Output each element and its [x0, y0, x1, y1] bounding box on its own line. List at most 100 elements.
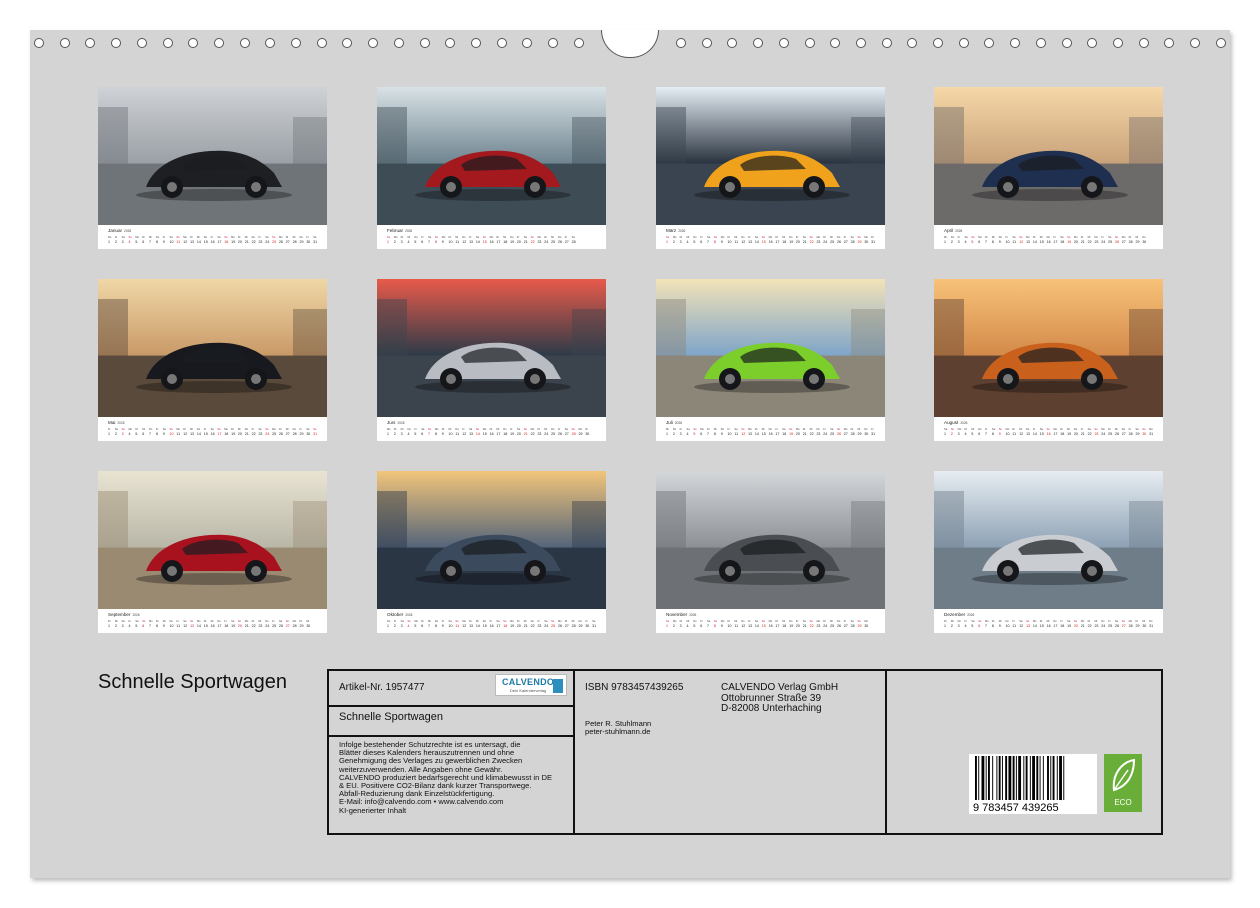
binding-hole: [393, 38, 404, 48]
weekday-abbr: Di: [823, 620, 826, 623]
day-number: 25: [272, 432, 277, 436]
sportscar-photo: [377, 87, 606, 225]
day-number: 29: [299, 624, 304, 628]
month-card: November 2026 So 1 Mo 2 Di 3 Mi 4 Do 5 Fr 6 Sa 7 So 8 Mo 9 D…: [656, 471, 885, 633]
weekday-abbr: Do: [950, 236, 955, 239]
weekday-abbr: So: [523, 428, 527, 431]
day-number: 28: [850, 240, 855, 244]
weekday-abbr: Mo: [224, 428, 228, 431]
day-number: 18: [224, 624, 229, 628]
day-number: 7: [707, 240, 710, 244]
day-number: 3: [121, 240, 124, 244]
day-number: 7: [428, 432, 431, 436]
weekday-abbr: So: [482, 236, 486, 239]
weekday-abbr: Di: [441, 428, 445, 431]
weekday-abbr: So: [455, 620, 459, 623]
weekday-abbr: Fr: [1128, 428, 1132, 431]
month-name: Mai: [108, 420, 116, 425]
day-number: 12: [741, 240, 746, 244]
weekday-abbr: Do: [434, 620, 439, 623]
weekday-abbr: Mi: [666, 428, 669, 431]
weekday-abbr: Mo: [720, 236, 725, 239]
day-number: 11: [1012, 432, 1017, 436]
day-number: 29: [857, 432, 862, 436]
weekday-abbr: Mi: [686, 236, 690, 239]
weekday-abbr: Fr: [700, 620, 703, 623]
day-number: 20: [1073, 240, 1078, 244]
weekday-abbr: Sa: [114, 428, 119, 431]
weekday-abbr: Mi: [1087, 236, 1091, 239]
day-number: 1: [387, 624, 389, 628]
day-number: 20: [795, 240, 800, 244]
weekday-abbr: Mi: [428, 620, 431, 623]
month-card: August 2026 Sa 1 So 2 Mo 3 Di 4 Mi 5 Do 6 Fr 7 Sa 8 So 9 Mo 1…: [934, 279, 1163, 441]
month-name: Oktober: [387, 612, 404, 617]
weekday-abbr: Di: [727, 236, 730, 239]
weekday-abbr: Sa: [169, 236, 173, 239]
weekday-abbr: Fr: [871, 428, 874, 431]
weekday-abbr: Mo: [978, 236, 982, 239]
binding-hole: [496, 38, 507, 48]
binding-hole: [1035, 38, 1046, 48]
month-card: Februar 2026 So 1 Mo 2 Di 3 Mi 4 Do 5 Fr 6 Sa 7 So 8 Mo 9 Di…: [377, 87, 606, 249]
binding-hole: [573, 38, 584, 48]
month-card: Mai 2026 Fr 1 Sa 2 So 3 Mo 4 Di 5 Mi 6 Do 7 Fr 8 Sa 9 So 10 Mo…: [98, 279, 327, 441]
day-number: 12: [183, 432, 188, 436]
weekday-abbr: So: [713, 620, 718, 623]
binding-hole: [778, 38, 789, 48]
day-number: 29: [299, 240, 304, 244]
day-number: 2: [950, 240, 953, 244]
weekday-abbr: Di: [421, 620, 424, 623]
weekday-abbr: Do: [121, 620, 125, 623]
day-number: 31: [871, 432, 876, 436]
weekday-abbr: Di: [231, 428, 234, 431]
month-label: Mai 2026: [108, 420, 125, 425]
day-number: 15: [482, 240, 487, 244]
day-strip: So 1 Mo 2 Di 3 Mi 4 Do 5 Fr 6 Sa 7 So 8 Mo 9 Di 10 Mi 11 Do 12 F…: [666, 620, 878, 630]
day-number: 8: [991, 240, 994, 244]
day-number: 9: [720, 624, 723, 628]
day-number: 30: [306, 240, 311, 244]
weekday-abbr: So: [1026, 620, 1030, 623]
weekday-abbr: Fr: [748, 236, 751, 239]
day-number: 25: [551, 624, 556, 628]
weekday-abbr: Mi: [991, 236, 995, 239]
day-number: 8: [434, 432, 437, 436]
weekday-abbr: So: [224, 236, 228, 239]
month-name: Dezember: [944, 612, 966, 617]
weekday-abbr: Mo: [672, 620, 677, 623]
weekday-abbr: Fr: [1005, 236, 1008, 239]
day-number: 31: [1149, 624, 1154, 628]
day-number: 14: [196, 432, 201, 436]
day-number: 19: [1067, 240, 1072, 244]
day-number: 2: [114, 432, 117, 436]
day-number: 10: [448, 624, 453, 628]
day-number: 7: [985, 432, 988, 436]
day-number: 5: [135, 432, 138, 436]
weekday-abbr: Fr: [176, 620, 179, 623]
weekday-abbr: Do: [672, 428, 677, 431]
day-number: 24: [544, 624, 549, 628]
day-number: 23: [1094, 240, 1099, 244]
weekday-abbr: Fr: [510, 428, 513, 431]
day-number: 29: [1135, 432, 1140, 436]
day-number: 14: [1032, 624, 1037, 628]
weekday-abbr: Mo: [700, 428, 704, 431]
day-number: 23: [258, 624, 263, 628]
day-number: 29: [1135, 624, 1140, 628]
weekday-abbr: Fr: [516, 236, 520, 239]
weekday-abbr: So: [836, 428, 841, 431]
weekday-abbr: Fr: [1012, 620, 1015, 623]
weekday-abbr: Mi: [196, 236, 200, 239]
weekday-abbr: Mo: [272, 428, 276, 431]
day-number: 15: [1039, 432, 1044, 436]
weekday-abbr: So: [789, 428, 793, 431]
day-number: 28: [571, 432, 576, 436]
weekday-abbr: Mi: [210, 620, 214, 623]
day-number: 22: [251, 624, 256, 628]
day-number: 17: [1053, 240, 1058, 244]
isbn: ISBN 9783457439265: [585, 682, 684, 693]
day-number: 8: [991, 624, 994, 628]
weekday-abbr: Fr: [251, 428, 255, 431]
day-number: 6: [978, 240, 981, 244]
